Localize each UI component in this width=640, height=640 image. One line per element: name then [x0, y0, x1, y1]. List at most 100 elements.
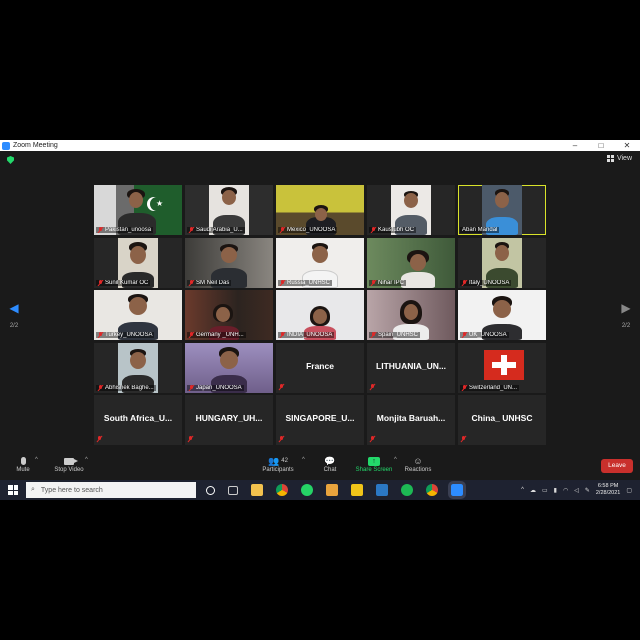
participant-name: SINGAPORE_U...: [285, 413, 355, 423]
chevron-up-icon[interactable]: ^: [394, 457, 397, 463]
muted-mic-icon: [280, 227, 285, 233]
chevron-up-icon[interactable]: ^: [35, 457, 38, 463]
cortana-icon[interactable]: [206, 485, 215, 495]
app-icon[interactable]: [351, 484, 363, 496]
participant-tile-no-video[interactable]: HUNGARY_UH...: [185, 395, 273, 445]
security-shield-icon[interactable]: [7, 156, 14, 164]
next-page-button[interactable]: ▶ 2/2: [618, 301, 634, 329]
pen-icon[interactable]: ✎: [585, 487, 590, 494]
mute-button[interactable]: Mute ^: [3, 455, 43, 473]
participant-tile[interactable]: Saudi Arabia_U...: [185, 185, 273, 235]
share-screen-button[interactable]: ↑ Share Screen ^: [354, 455, 397, 473]
participant-tile[interactable]: Switzerland_UN...: [458, 342, 546, 393]
app-icon[interactable]: [376, 484, 388, 496]
participant-name: Pakistan_unoosa: [96, 227, 154, 233]
muted-mic-icon: [98, 332, 103, 338]
participant-tile[interactable]: Japan_UNOOSA: [185, 342, 273, 393]
participant-name: UK_UNOOSA: [460, 332, 509, 338]
spotify-icon[interactable]: [401, 484, 413, 496]
participant-tile[interactable]: Russia_UNHSC: [276, 237, 364, 288]
chrome-icon[interactable]: [426, 484, 438, 496]
chevron-up-icon[interactable]: ^: [85, 457, 88, 463]
participant-tile[interactable]: Sunil Kumar OC: [94, 237, 182, 288]
participant-tile-no-video[interactable]: SINGAPORE_U...: [276, 395, 364, 445]
reactions-button[interactable]: ☺ Reactions: [398, 455, 438, 473]
muted-mic-icon: [462, 279, 467, 286]
muted-mic-icon: [461, 436, 466, 442]
participant-tile-no-video[interactable]: LITHUANIA_UN...: [367, 342, 455, 393]
file-explorer-icon[interactable]: [251, 484, 263, 496]
participant-name: HUNGARY_UH...: [195, 413, 263, 423]
participant-tile[interactable]: Italy_UNOOSA: [458, 237, 546, 288]
participant-name: Nihar IPC: [369, 279, 407, 286]
share-screen-icon: ↑: [368, 456, 380, 466]
participant-tile[interactable]: Germany _UNH...: [185, 290, 273, 340]
muted-mic-icon: [97, 436, 102, 442]
muted-mic-icon: [370, 383, 375, 390]
participant-name: Monjita Baruah...: [376, 413, 446, 423]
sublime-text-icon[interactable]: [326, 484, 338, 496]
muted-mic-icon: [279, 436, 284, 442]
chevron-right-icon: ▶: [621, 301, 631, 315]
participant-tile[interactable]: Spain_UNHSC: [367, 290, 455, 340]
task-view-icon[interactable]: [228, 485, 238, 495]
battery-icon[interactable]: ▮: [554, 487, 557, 494]
zoom-app-icon[interactable]: [448, 481, 466, 499]
participant-name: SM Neil Das: [187, 279, 232, 286]
notifications-icon[interactable]: ▢: [626, 487, 632, 494]
grid-view-icon: [606, 155, 614, 162]
chrome-icon[interactable]: [276, 484, 288, 496]
network-icon[interactable]: ▭: [542, 487, 548, 494]
chevron-up-icon[interactable]: ^: [302, 457, 305, 463]
participant-tile[interactable]: UK_UNOOSA: [458, 290, 546, 340]
chat-button[interactable]: 💬 Chat: [310, 455, 350, 474]
cloud-icon[interactable]: ☁: [530, 487, 536, 494]
participant-tile[interactable]: Mexico_UNOOSA: [276, 185, 364, 235]
meeting-area: View ◀ 2/2 ▶ 2/2 ★ Pakistan_unoosa Saudi…: [0, 151, 640, 452]
participant-tile[interactable]: Nihar IPC: [367, 237, 455, 288]
muted-mic-icon: [189, 227, 194, 233]
participant-name: LITHUANIA_UN...: [376, 360, 446, 371]
maximize-button[interactable]: □: [588, 140, 614, 151]
participant-name: Mexico_UNOOSA: [278, 227, 338, 233]
participant-name: France: [306, 360, 334, 371]
muted-mic-icon: [189, 384, 194, 391]
title-bar: Zoom Meeting – □ ✕: [0, 140, 640, 151]
participants-button[interactable]: 👥 42 Participants ^: [258, 455, 305, 474]
participant-tile[interactable]: Turkey_UNOOSA: [94, 290, 182, 340]
minimize-button[interactable]: –: [562, 140, 588, 151]
participant-tile[interactable]: ★ Pakistan_unoosa: [94, 185, 182, 235]
taskbar-clock[interactable]: 6:58 PM 2/28/2021: [596, 483, 620, 497]
participant-name: Turkey_UNOOSA: [96, 332, 155, 338]
muted-mic-icon: [462, 332, 467, 338]
participant-name: Sunil Kumar OC: [96, 279, 151, 286]
participant-tile-no-video[interactable]: South Africa_U...: [94, 395, 182, 445]
participant-tile-active-speaker[interactable]: Aban Mandal: [458, 185, 546, 235]
whatsapp-icon[interactable]: [301, 484, 313, 496]
swiss-flag-icon: [484, 349, 524, 380]
search-icon: ⌕: [31, 486, 35, 493]
taskbar-search-box[interactable]: ⌕ Type here to search: [26, 482, 196, 498]
participant-tile[interactable]: INDIA_UNOOSA: [276, 290, 364, 340]
participant-name: Japan_UNOOSA: [187, 384, 244, 391]
close-button[interactable]: ✕: [614, 140, 640, 151]
leave-button[interactable]: Leave: [601, 459, 633, 473]
windows-start-icon[interactable]: [8, 485, 18, 495]
participant-tile-no-video[interactable]: China_ UNHSC: [458, 395, 546, 445]
stop-video-button[interactable]: Stop Video ^: [49, 455, 89, 473]
gallery-grid: ★ Pakistan_unoosa Saudi Arabia_U... Mexi…: [94, 185, 548, 445]
muted-mic-icon: [280, 279, 285, 286]
volume-icon[interactable]: ◁: [574, 487, 579, 494]
participant-tile-no-video[interactable]: Monjita Baruah...: [367, 395, 455, 445]
participant-tile-no-video[interactable]: France: [276, 342, 364, 393]
participant-tile[interactable]: Abhishek Baghe...: [94, 342, 182, 393]
chevron-up-icon[interactable]: ^: [521, 487, 524, 493]
participant-name: Germany _UNH...: [187, 332, 246, 338]
participant-name: Aban Mandal: [460, 227, 500, 233]
participant-tile[interactable]: Kaustubh OC: [367, 185, 455, 235]
previous-page-button[interactable]: ◀ 2/2: [6, 301, 22, 329]
participant-tile[interactable]: SM Neil Das: [185, 237, 273, 288]
view-button[interactable]: View: [606, 155, 632, 162]
page-indicator-right: 2/2: [621, 323, 631, 329]
wifi-icon[interactable]: ◠: [563, 487, 568, 494]
